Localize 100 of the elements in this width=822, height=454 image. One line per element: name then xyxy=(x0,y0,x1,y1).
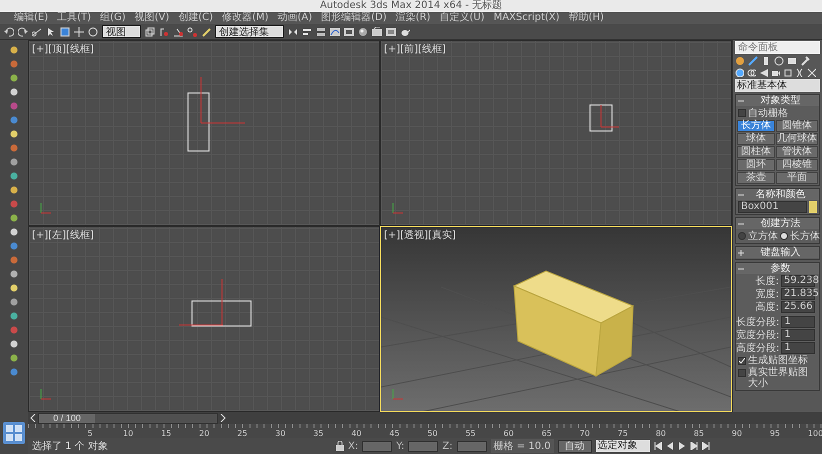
radio-button[interactable] xyxy=(738,232,746,240)
dot-icon[interactable] xyxy=(10,158,18,166)
cursor-icon[interactable] xyxy=(46,26,56,36)
auto-key-button[interactable]: 自动 xyxy=(558,440,592,452)
object-type-button[interactable]: 长方体 xyxy=(737,120,775,132)
coordinate-field[interactable] xyxy=(408,440,438,452)
dot-icon[interactable] xyxy=(10,284,18,292)
menu-item[interactable]: 编辑(E) xyxy=(14,12,48,24)
scale-icon[interactable] xyxy=(145,26,155,36)
undo-icon[interactable] xyxy=(4,26,14,36)
checkbox[interactable] xyxy=(738,109,746,117)
dot-icon[interactable] xyxy=(10,60,18,68)
menu-item[interactable]: MAXScript(X) xyxy=(494,12,560,24)
minus-icon[interactable] xyxy=(738,98,744,104)
dot-icon[interactable] xyxy=(10,130,18,138)
viewport[interactable]: [+][顶][线框] xyxy=(28,40,380,226)
go-to-end-icon[interactable] xyxy=(702,442,710,450)
material-editor-icon[interactable] xyxy=(358,26,368,36)
plus-icon[interactable] xyxy=(738,250,744,256)
viewport[interactable]: [+][前][线框] xyxy=(380,40,732,226)
dot-icon[interactable] xyxy=(10,88,18,96)
key-filter-dropdown[interactable]: 选定对象 xyxy=(596,440,650,452)
name-field[interactable]: Box001 xyxy=(738,201,807,213)
menu-item[interactable]: 视图(V) xyxy=(134,12,170,24)
dot-icon[interactable] xyxy=(10,172,18,180)
viewport-label[interactable]: [+][前][线框] xyxy=(384,42,446,56)
lock-icon[interactable] xyxy=(336,441,344,451)
rollout-header[interactable]: 创建方法 xyxy=(736,218,819,229)
dot-icon[interactable] xyxy=(10,74,18,82)
menu-item[interactable]: 动画(A) xyxy=(278,12,312,24)
render-frame-icon[interactable] xyxy=(386,26,396,36)
radio-button[interactable] xyxy=(780,232,788,240)
teapot-icon[interactable] xyxy=(400,26,410,36)
checkbox[interactable] xyxy=(738,369,746,377)
dot-icon[interactable] xyxy=(10,312,18,320)
cameras-icon[interactable] xyxy=(771,68,780,77)
dot-icon[interactable] xyxy=(10,368,18,376)
menu-item[interactable]: 组(G) xyxy=(100,12,126,24)
menu-item[interactable]: 自定义(U) xyxy=(439,12,485,24)
frame-counter-button[interactable]: 0 / 100 xyxy=(39,414,95,422)
object-type-button[interactable]: 平面 xyxy=(776,172,818,184)
menu-item[interactable]: 图形编辑器(D) xyxy=(321,12,387,24)
dot-icon[interactable] xyxy=(10,200,18,208)
dot-icon[interactable] xyxy=(10,102,18,110)
dot-icon[interactable] xyxy=(10,270,18,278)
dot-icon[interactable] xyxy=(10,340,18,348)
menu-item[interactable]: 创建(C) xyxy=(178,12,214,24)
coordinate-field[interactable] xyxy=(362,440,392,452)
viewport-label[interactable]: [+][透视][真实] xyxy=(384,228,456,242)
dot-icon[interactable] xyxy=(10,116,18,124)
dot-icon[interactable] xyxy=(10,144,18,152)
dot-icon[interactable] xyxy=(10,186,18,194)
pencil-icon[interactable] xyxy=(201,26,211,36)
spinner-field[interactable]: 25.66 xyxy=(781,301,815,313)
menu-item[interactable]: 渲染(R) xyxy=(396,12,430,24)
play-icon[interactable] xyxy=(678,442,686,450)
selection-set-dropdown[interactable]: 创建选择集 xyxy=(215,25,284,38)
spinner-field[interactable]: 1 xyxy=(781,316,815,328)
dot-icon[interactable] xyxy=(10,242,18,250)
previous-frame-icon[interactable] xyxy=(666,442,674,450)
angle-snap-icon[interactable] xyxy=(173,26,183,36)
percent-snap-icon[interactable] xyxy=(187,26,197,36)
checkbox[interactable] xyxy=(738,357,746,365)
minus-icon[interactable] xyxy=(738,266,744,272)
snap-icon[interactable] xyxy=(159,26,169,36)
rollout-header[interactable]: 键盘输入 xyxy=(736,247,819,258)
dot-icon[interactable] xyxy=(10,298,18,306)
shapes-icon[interactable] xyxy=(747,68,756,77)
spinner-field[interactable]: 1 xyxy=(781,342,815,354)
viewport[interactable]: [+][左][线框] xyxy=(28,226,380,412)
dot-icon[interactable] xyxy=(10,354,18,362)
object-type-button[interactable]: 四棱锥 xyxy=(776,159,818,171)
mirror-icon[interactable] xyxy=(288,26,298,36)
object-type-button[interactable]: 圆柱体 xyxy=(737,146,775,158)
dot-icon[interactable] xyxy=(10,256,18,264)
dot-icon[interactable] xyxy=(10,214,18,222)
align-icon[interactable] xyxy=(302,26,312,36)
menu-item[interactable]: 修改器(M) xyxy=(222,12,268,24)
category-dropdown[interactable]: 标准基本体 xyxy=(735,79,820,92)
next-frame-icon[interactable] xyxy=(690,442,698,450)
object-type-button[interactable]: 几何球体 xyxy=(776,133,818,145)
spinner-field[interactable]: 1 xyxy=(781,329,815,341)
minus-icon[interactable] xyxy=(738,220,744,226)
select-region-icon[interactable] xyxy=(60,26,70,36)
rollout-header[interactable]: 对象类型 xyxy=(736,95,819,106)
layers-icon[interactable] xyxy=(316,26,326,36)
viewport-label[interactable]: [+][顶][线框] xyxy=(32,42,94,56)
view-dropdown[interactable]: 视图 xyxy=(102,25,141,38)
menu-item[interactable]: 帮助(H) xyxy=(568,12,604,24)
rollout-header[interactable]: 参数 xyxy=(736,263,819,274)
rotate-icon[interactable] xyxy=(88,26,98,36)
color-swatch[interactable] xyxy=(809,201,817,213)
object-type-button[interactable]: 管状体 xyxy=(776,146,818,158)
rollout-header[interactable]: 名称和颜色 xyxy=(736,189,819,200)
utilities-icon[interactable] xyxy=(800,56,810,66)
object-type-button[interactable]: 圆锥体 xyxy=(776,120,818,132)
object-type-button[interactable]: 茶壶 xyxy=(737,172,775,184)
menu-item[interactable]: 工具(T) xyxy=(57,12,92,24)
viewport-label[interactable]: [+][左][线框] xyxy=(32,228,94,242)
dot-icon[interactable] xyxy=(10,228,18,236)
